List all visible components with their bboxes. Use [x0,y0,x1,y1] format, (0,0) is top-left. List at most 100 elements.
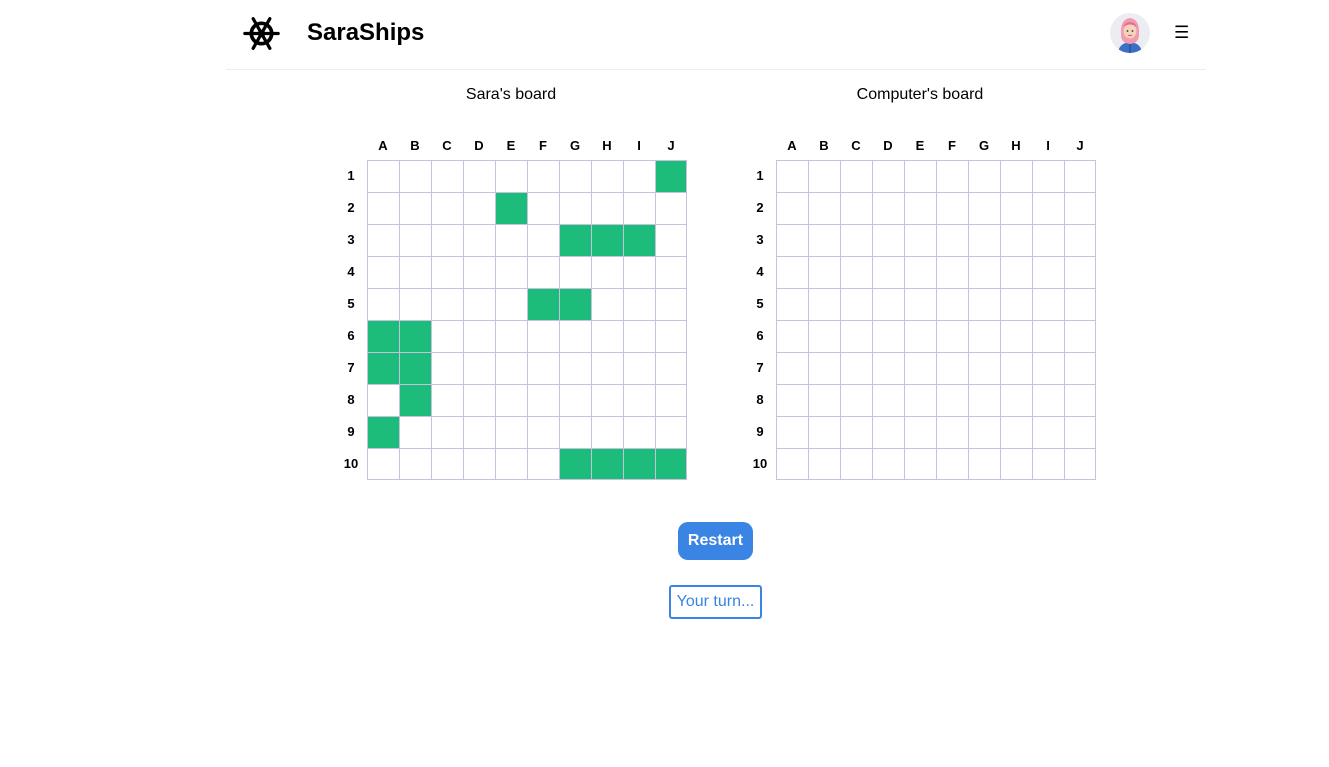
computer-cell-b8[interactable] [808,384,840,416]
computer-cell-d8[interactable] [872,384,904,416]
computer-cell-g6[interactable] [968,320,1000,352]
computer-cell-g10[interactable] [968,448,1000,480]
computer-cell-c5[interactable] [840,288,872,320]
computer-cell-f8[interactable] [936,384,968,416]
computer-cell-i4[interactable] [1032,256,1064,288]
computer-cell-h10[interactable] [1000,448,1032,480]
computer-cell-d5[interactable] [872,288,904,320]
computer-cell-h7[interactable] [1000,352,1032,384]
computer-cell-b2[interactable] [808,192,840,224]
computer-cell-c3[interactable] [840,224,872,256]
computer-cell-h9[interactable] [1000,416,1032,448]
computer-cell-a8[interactable] [776,384,808,416]
computer-cell-j10[interactable] [1064,448,1096,480]
computer-cell-d10[interactable] [872,448,904,480]
computer-cell-e2[interactable] [904,192,936,224]
computer-cell-b4[interactable] [808,256,840,288]
computer-cell-j5[interactable] [1064,288,1096,320]
computer-cell-h8[interactable] [1000,384,1032,416]
computer-cell-c6[interactable] [840,320,872,352]
computer-cell-a3[interactable] [776,224,808,256]
computer-cell-a2[interactable] [776,192,808,224]
computer-cell-j3[interactable] [1064,224,1096,256]
computer-cell-c9[interactable] [840,416,872,448]
computer-cell-d6[interactable] [872,320,904,352]
computer-cell-b1[interactable] [808,160,840,192]
computer-cell-d7[interactable] [872,352,904,384]
computer-cell-h5[interactable] [1000,288,1032,320]
computer-cell-h3[interactable] [1000,224,1032,256]
computer-cell-e1[interactable] [904,160,936,192]
computer-cell-a4[interactable] [776,256,808,288]
computer-cell-f6[interactable] [936,320,968,352]
computer-cell-c7[interactable] [840,352,872,384]
computer-cell-d2[interactable] [872,192,904,224]
computer-cell-i10[interactable] [1032,448,1064,480]
computer-cell-e9[interactable] [904,416,936,448]
computer-cell-i3[interactable] [1032,224,1064,256]
computer-cell-d9[interactable] [872,416,904,448]
computer-cell-a6[interactable] [776,320,808,352]
computer-cell-f9[interactable] [936,416,968,448]
computer-cell-a5[interactable] [776,288,808,320]
computer-cell-g8[interactable] [968,384,1000,416]
computer-cell-a10[interactable] [776,448,808,480]
computer-cell-g2[interactable] [968,192,1000,224]
computer-cell-f7[interactable] [936,352,968,384]
computer-cell-f5[interactable] [936,288,968,320]
computer-cell-c8[interactable] [840,384,872,416]
computer-cell-a7[interactable] [776,352,808,384]
computer-cell-g4[interactable] [968,256,1000,288]
computer-cell-b9[interactable] [808,416,840,448]
computer-cell-f1[interactable] [936,160,968,192]
computer-cell-c10[interactable] [840,448,872,480]
computer-cell-j6[interactable] [1064,320,1096,352]
user-avatar[interactable] [1110,13,1150,53]
computer-cell-d4[interactable] [872,256,904,288]
computer-cell-h6[interactable] [1000,320,1032,352]
computer-cell-d1[interactable] [872,160,904,192]
computer-cell-d3[interactable] [872,224,904,256]
computer-cell-i9[interactable] [1032,416,1064,448]
computer-cell-e10[interactable] [904,448,936,480]
computer-cell-i1[interactable] [1032,160,1064,192]
restart-button[interactable]: Restart [678,522,753,560]
computer-cell-e6[interactable] [904,320,936,352]
computer-cell-i6[interactable] [1032,320,1064,352]
computer-cell-e4[interactable] [904,256,936,288]
computer-cell-j1[interactable] [1064,160,1096,192]
computer-cell-i7[interactable] [1032,352,1064,384]
computer-cell-f2[interactable] [936,192,968,224]
computer-cell-e3[interactable] [904,224,936,256]
computer-cell-c2[interactable] [840,192,872,224]
computer-cell-i8[interactable] [1032,384,1064,416]
computer-cell-b7[interactable] [808,352,840,384]
computer-cell-f10[interactable] [936,448,968,480]
ship-wheel-icon[interactable] [243,15,280,52]
computer-cell-e7[interactable] [904,352,936,384]
computer-cell-g9[interactable] [968,416,1000,448]
computer-cell-c1[interactable] [840,160,872,192]
computer-cell-j4[interactable] [1064,256,1096,288]
computer-cell-g7[interactable] [968,352,1000,384]
computer-cell-h1[interactable] [1000,160,1032,192]
computer-cell-e5[interactable] [904,288,936,320]
computer-cell-a9[interactable] [776,416,808,448]
computer-cell-i2[interactable] [1032,192,1064,224]
computer-cell-f3[interactable] [936,224,968,256]
computer-cell-g3[interactable] [968,224,1000,256]
computer-cell-e8[interactable] [904,384,936,416]
computer-cell-h2[interactable] [1000,192,1032,224]
computer-cell-j9[interactable] [1064,416,1096,448]
computer-cell-g5[interactable] [968,288,1000,320]
computer-cell-b5[interactable] [808,288,840,320]
computer-cell-b6[interactable] [808,320,840,352]
computer-cell-j7[interactable] [1064,352,1096,384]
computer-cell-j2[interactable] [1064,192,1096,224]
computer-cell-g1[interactable] [968,160,1000,192]
computer-cell-j8[interactable] [1064,384,1096,416]
computer-cell-b3[interactable] [808,224,840,256]
computer-cell-f4[interactable] [936,256,968,288]
computer-cell-h4[interactable] [1000,256,1032,288]
menu-icon[interactable]: ☰ [1174,22,1189,44]
